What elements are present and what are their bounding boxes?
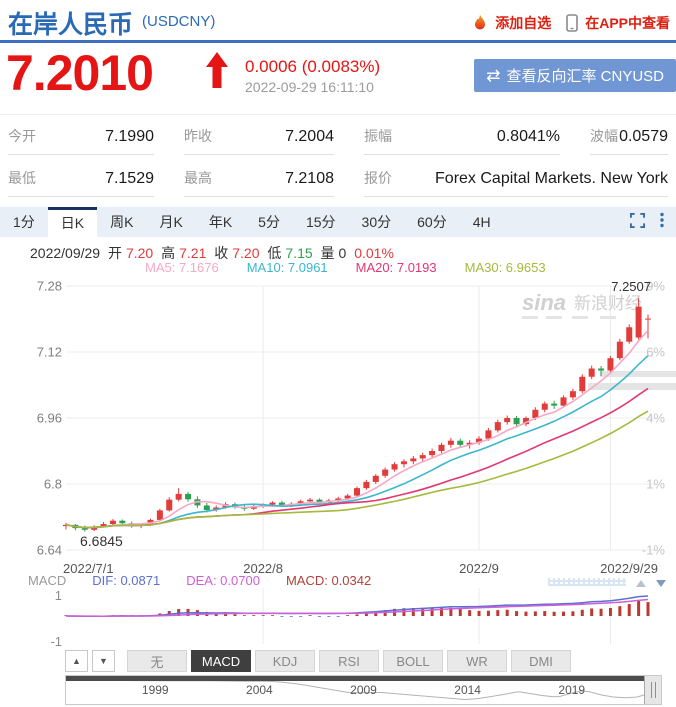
- navigator-year-2009: 2009: [350, 683, 377, 697]
- navigator-year-2004: 2004: [246, 683, 273, 697]
- indicator-tab-dmi[interactable]: DMI: [511, 650, 571, 672]
- period-tab-1[interactable]: 日K: [47, 207, 98, 237]
- navigator-year-2014: 2014: [454, 683, 481, 697]
- navigator-year-1999: 1999: [141, 683, 169, 697]
- section-divider: [0, 114, 676, 115]
- period-tab-bar: 1分 日K 周K 月K 年K 5分 15分 30分 60分 4H: [0, 207, 676, 237]
- svg-text:sina: sina: [522, 290, 566, 315]
- macd-dea-value: DEA: 0.0700: [186, 573, 260, 588]
- macd-hist-value: MACD: 0.0342: [285, 573, 372, 588]
- navigator-year-2019: 2019: [558, 683, 586, 697]
- macd-expand-icon[interactable]: [636, 580, 646, 587]
- indicator-tab-boll[interactable]: BOLL: [383, 650, 443, 672]
- add-watchlist-link[interactable]: 添加自选: [495, 13, 551, 33]
- stat-amplitude: 振幅 0.8041%: [364, 122, 560, 155]
- view-in-app-link[interactable]: 在APP中查看: [585, 13, 670, 33]
- ma-legend-item-2: MA20: 7.0193: [355, 260, 437, 275]
- indicator-tab-bar: ▲ ▼ 无 MACD KDJ RSI BOLL WR DMI: [65, 650, 571, 672]
- stat-high: 最高 7.2108: [184, 164, 334, 197]
- macd-pane-label: MACD: [28, 573, 67, 588]
- svg-text:6.64: 6.64: [37, 543, 62, 558]
- svg-text:-1: -1: [50, 634, 62, 649]
- svg-text:2022/9/29: 2022/9/29: [600, 561, 658, 576]
- more-menu-icon[interactable]: [660, 212, 664, 228]
- quote-timestamp: 2022-09-29 16:11:10: [245, 79, 374, 95]
- svg-text:6.96: 6.96: [37, 411, 62, 426]
- flame-icon: [472, 14, 488, 32]
- svg-text:2022/9: 2022/9: [459, 561, 499, 576]
- macd-dif-value: DIF: 0.0871: [92, 573, 161, 588]
- indicator-tab-无[interactable]: 无: [127, 650, 187, 672]
- main-candlestick-chart[interactable]: 7.28 9%7.12 6%6.96 4%6.8 1%6.64 -1%sina 新浪财经7.…: [0, 276, 676, 578]
- symbol-label: (USDCNY): [142, 13, 216, 30]
- indicator-down-button[interactable]: ▼: [92, 650, 115, 672]
- indicator-tab-wr[interactable]: WR: [447, 650, 507, 672]
- period-tab-5[interactable]: 5分: [245, 207, 293, 237]
- stat-prev-close: 昨收 7.2004: [184, 122, 334, 155]
- period-tab-6[interactable]: 15分: [293, 207, 349, 237]
- svg-text:6%: 6%: [646, 345, 665, 360]
- indicator-up-button[interactable]: ▲: [65, 650, 88, 672]
- period-tab-7[interactable]: 30分: [349, 207, 405, 237]
- page-title: 在岸人民币: [8, 11, 134, 39]
- stat-low: 最低 7.1529: [8, 164, 154, 197]
- period-tab-2[interactable]: 周K: [97, 207, 146, 237]
- svg-text:新浪财经: 新浪财经: [574, 294, 642, 313]
- period-tab-8[interactable]: 60分: [404, 207, 460, 237]
- indicator-tab-macd[interactable]: MACD: [191, 650, 251, 672]
- stat-quote-source: 报价 Forex Capital Markets. New York: [364, 164, 668, 197]
- period-tab-0[interactable]: 1分: [0, 207, 48, 237]
- navigator-range-bar[interactable]: [66, 676, 644, 681]
- ma-legend-item-0: MA5: 7.1676: [145, 260, 219, 275]
- macd-legend: MACD DIF: 0.0871 DEA: 0.0700 MACD: 0.034…: [28, 573, 371, 588]
- timeline-navigator[interactable]: 1999 2004 2009 2014 2019: [65, 675, 662, 705]
- svg-text:6.8: 6.8: [44, 477, 62, 492]
- quote-stats-table: 今开 7.1990 昨收 7.2004 振幅 0.8041% 波幅 0.0579 最低 7…: [8, 122, 668, 197]
- ma-legend-item-1: MA10: 7.0961: [246, 260, 328, 275]
- svg-text:1%: 1%: [646, 477, 665, 492]
- indicator-tab-rsi[interactable]: RSI: [319, 650, 379, 672]
- svg-text:7.12: 7.12: [37, 345, 62, 360]
- phone-icon: [566, 14, 579, 32]
- swap-icon: ⇄: [486, 65, 501, 85]
- ma-legend-item-3: MA30: 6.9653: [464, 260, 546, 275]
- svg-text:4%: 4%: [646, 411, 665, 426]
- macd-dotted-strip: [548, 578, 626, 586]
- period-tab-9[interactable]: 4H: [460, 207, 504, 237]
- stat-range: 波幅 0.0579: [590, 122, 668, 155]
- fullscreen-icon[interactable]: [630, 212, 645, 228]
- svg-text:7.2507: 7.2507: [611, 279, 651, 294]
- svg-text:1: 1: [55, 588, 62, 603]
- header-divider: [0, 40, 676, 43]
- macd-chart[interactable]: 1 -1: [0, 588, 676, 650]
- svg-text:7.28: 7.28: [37, 279, 62, 294]
- macd-collapse-icon[interactable]: [656, 580, 666, 587]
- navigator-drag-handle[interactable]: [644, 676, 661, 704]
- usdcny-quote-page: 在岸人民币 (USDCNY) 添加自选 在APP中查看 7.2010 0.000…: [0, 0, 676, 707]
- price-change: 0.0006 (0.0083%): [245, 57, 381, 76]
- last-price: 7.2010: [6, 45, 154, 101]
- period-tab-4[interactable]: 年K: [196, 207, 245, 237]
- indicator-tab-kdj[interactable]: KDJ: [255, 650, 315, 672]
- reverse-rate-button[interactable]: ⇄ 查看反向汇率 CNYUSD: [474, 59, 676, 92]
- ma-legend: MA5: 7.1676 MA10: 7.0961 MA20: 7.0193 MA30:…: [145, 260, 546, 275]
- svg-text:6.6845: 6.6845: [80, 533, 123, 549]
- svg-text:-1%: -1%: [642, 543, 666, 558]
- price-up-arrow-icon: [205, 52, 229, 93]
- period-tab-3[interactable]: 月K: [146, 207, 195, 237]
- stat-open: 今开 7.1990: [8, 122, 154, 155]
